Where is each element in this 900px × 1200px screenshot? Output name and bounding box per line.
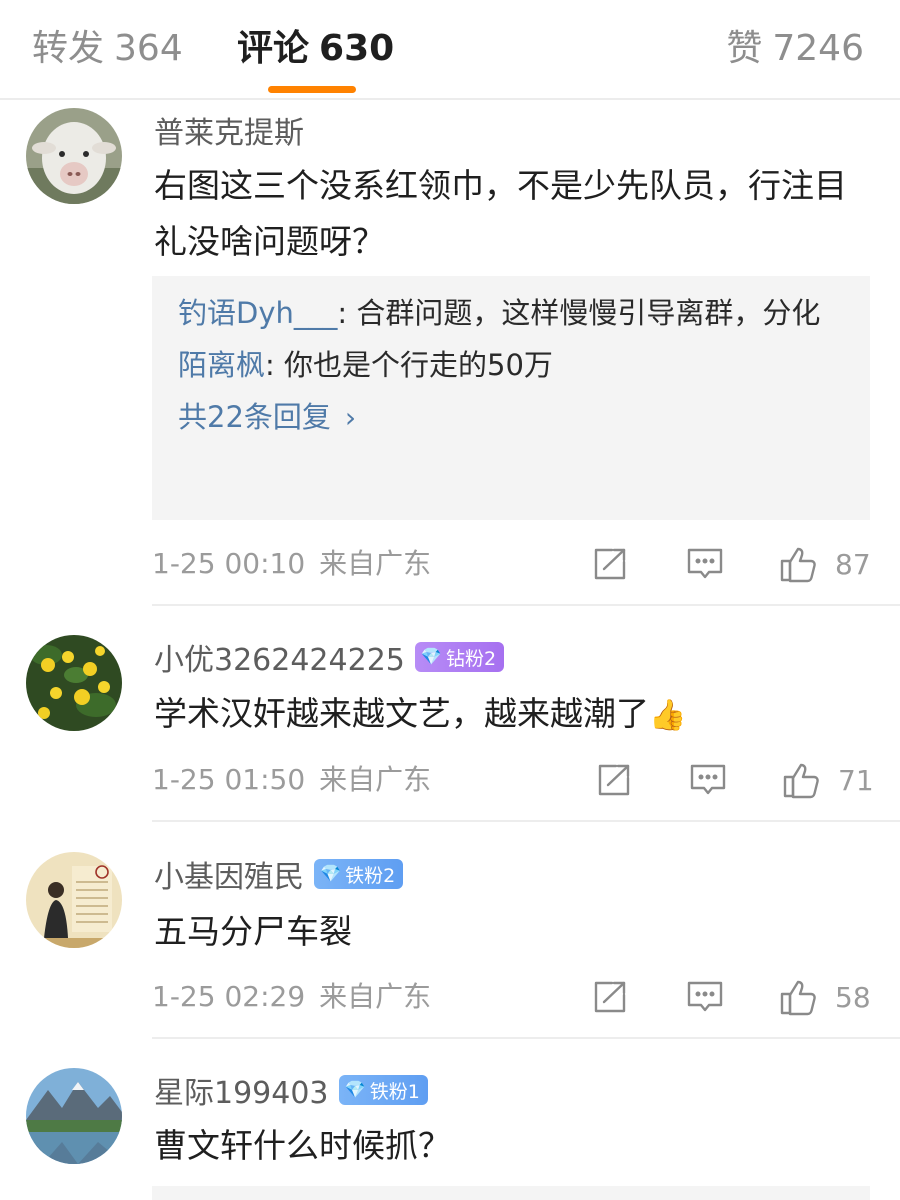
reply-text: 合群问题，这样慢慢引导离群，分化 <box>356 296 821 330</box>
reply-username[interactable]: 钓语Dyh___ <box>178 296 337 330</box>
user-row: 小优3262424225 💎 钻粉2 <box>154 635 505 679</box>
comment-text: 学术汉奸越来越文艺，越来越潮了👍 <box>154 686 870 744</box>
scroll-avatar[interactable] <box>26 852 122 948</box>
reply-button[interactable] <box>686 975 724 1019</box>
tab-bar: 转发 364 评论 630 赞 7246 <box>0 0 900 100</box>
reply-button[interactable] <box>689 758 727 802</box>
reply-item: 陌离枫: 你也是个行走的50万 <box>178 342 844 388</box>
diamond-icon: 💎 <box>420 647 443 667</box>
view-more-replies-link[interactable]: 共22条回复 › <box>178 394 844 441</box>
username[interactable]: 星际199403 <box>154 1068 329 1112</box>
comment-text: 曹文轩什么时候抓？ <box>154 1126 451 1165</box>
tab-reposts-label: 转发 <box>32 28 105 69</box>
username[interactable]: 小基因殖民 <box>154 852 304 896</box>
fan-badge[interactable]: 💎 铁粉2 <box>314 859 404 889</box>
comment-text-body: 学术汉奸越来越文艺，越来越潮了 <box>154 694 649 733</box>
tab-likes-label: 赞 <box>726 28 763 69</box>
comment-divider <box>152 1037 900 1039</box>
tab-comments-label: 评论 <box>237 28 310 69</box>
flowers-avatar[interactable] <box>26 635 122 731</box>
like-button[interactable]: 71 <box>782 758 874 802</box>
comment-divider <box>152 604 900 606</box>
reply-separator: : <box>265 348 285 382</box>
reply-preview-box[interactable] <box>152 1186 870 1200</box>
more-replies-label: 共22条回复 <box>178 400 331 434</box>
reply-preview-box[interactable]: 钓语Dyh___: 合群问题，这样慢慢引导离群，分化 陌离枫: 你也是个行走的5… <box>152 276 870 520</box>
comments-page: 转发 364 评论 630 赞 7246 普莱克提斯 右图这三个没系红领巾，不是少先队… <box>0 0 900 1200</box>
fan-badge-label: 铁粉1 <box>369 1080 420 1103</box>
fan-badge-label: 铁粉2 <box>345 864 396 887</box>
share-button[interactable] <box>590 542 628 586</box>
comment-text: 五马分尸车裂 <box>154 912 352 951</box>
reply-text: 你也是个行走的50万 <box>284 348 553 382</box>
tab-reposts-count: 364 <box>114 28 183 69</box>
diamond-icon: 💎 <box>344 1080 366 1100</box>
tab-reposts[interactable]: 转发 364 <box>32 26 183 72</box>
comment-icon <box>690 764 726 795</box>
reply-separator: : <box>337 296 357 330</box>
fan-badge[interactable]: 💎 钻粉2 <box>414 642 505 672</box>
thumbs-up-icon <box>780 547 816 583</box>
comment-icon <box>687 981 723 1012</box>
username[interactable]: 小优3262424225 <box>154 635 405 679</box>
chevron-right-icon: › <box>344 401 357 434</box>
comment-actions: 71 <box>0 758 900 802</box>
mountain-lake-avatar[interactable] <box>26 1068 122 1164</box>
thumbs-up-icon <box>783 763 819 799</box>
tab-comments-count: 630 <box>319 28 395 69</box>
share-button[interactable] <box>590 975 628 1019</box>
comment-divider <box>152 820 900 822</box>
reply-username[interactable]: 陌离枫 <box>178 348 265 382</box>
tab-comments[interactable]: 评论 630 <box>237 26 394 72</box>
reply-item: 钓语Dyh___: 合群问题，这样慢慢引导离群，分化 <box>178 290 844 336</box>
share-icon <box>598 764 630 796</box>
tab-likes[interactable]: 赞 7246 <box>726 26 864 72</box>
sheep-avatar[interactable] <box>26 108 122 204</box>
fan-badge[interactable]: 💎 铁粉1 <box>338 1075 428 1105</box>
reply-button[interactable] <box>686 542 724 586</box>
share-icon <box>594 981 626 1013</box>
share-button[interactable] <box>594 758 632 802</box>
tab-likes-count: 7246 <box>772 28 864 69</box>
like-count: 71 <box>838 763 874 797</box>
like-count: 58 <box>835 980 871 1014</box>
thumbs-up-icon <box>780 980 816 1016</box>
comment-actions: 87 <box>0 542 900 586</box>
share-icon <box>594 548 626 580</box>
diamond-icon: 💎 <box>320 864 342 884</box>
like-button[interactable]: 87 <box>779 542 871 586</box>
active-tab-indicator <box>268 86 356 93</box>
user-row: 普莱克提斯 <box>154 108 304 152</box>
like-button[interactable]: 58 <box>779 975 871 1019</box>
username[interactable]: 普莱克提斯 <box>154 108 304 152</box>
thumbs-up-emoji-icon: 👍 <box>649 698 687 733</box>
comment-text: 右图这三个没系红领巾，不是少先队员，行注目礼没啥问题呀？ <box>154 166 847 261</box>
like-count: 87 <box>835 547 871 581</box>
user-row: 星际199403 💎 铁粉1 <box>154 1068 428 1112</box>
comment-icon <box>687 548 723 579</box>
comment-actions: 58 <box>0 975 900 1019</box>
fan-badge-label: 钻粉2 <box>446 647 497 670</box>
user-row: 小基因殖民 💎 铁粉2 <box>154 852 404 896</box>
